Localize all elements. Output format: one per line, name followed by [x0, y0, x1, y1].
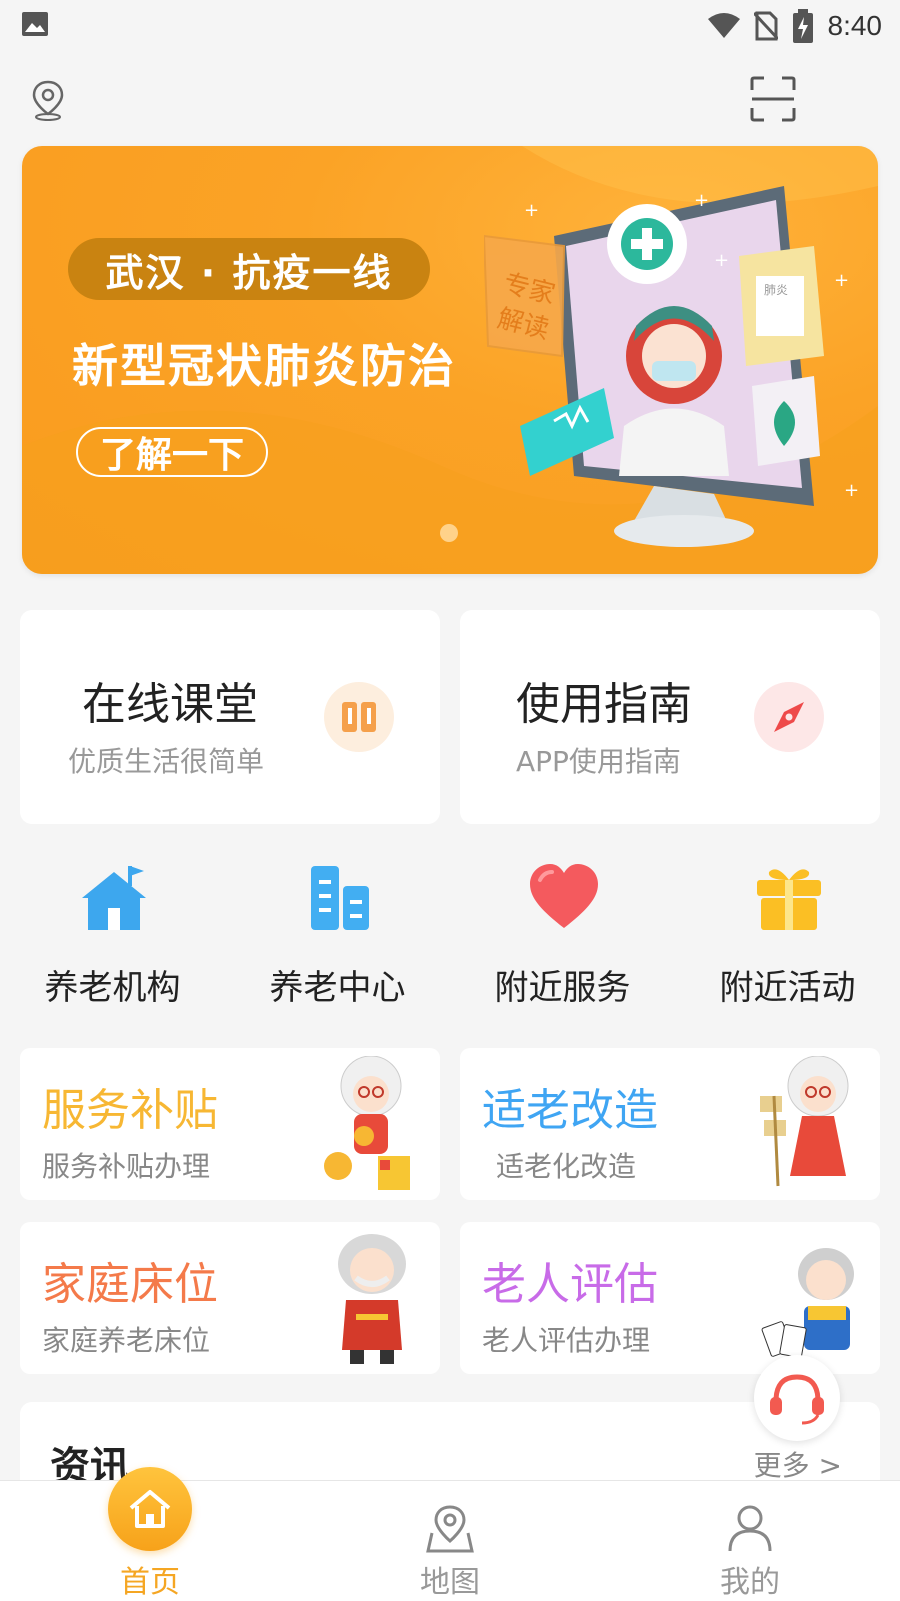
- banner-tag: 武汉 · 抗疫一线: [68, 238, 430, 300]
- feature-title: 在线课堂: [82, 679, 258, 730]
- doctor-monitor-illustration: 专家 解读 肺炎 + + + + +: [484, 186, 859, 547]
- service-title: 服务补贴: [42, 1085, 218, 1136]
- battery-charging-icon: [792, 9, 813, 43]
- tab-label: 我的: [720, 1565, 780, 1600]
- service-title: 适老改造: [482, 1085, 658, 1136]
- grandpa-red-illustration: [338, 1234, 406, 1364]
- pneumonia-doc-label: 肺炎: [764, 283, 788, 297]
- tab-map[interactable]: 地图: [300, 1481, 600, 1601]
- bottom-tab-bar: 首页 地图 我的: [0, 1467, 900, 1601]
- carousel-indicator[interactable]: [440, 524, 458, 542]
- service-title: 家庭床位: [42, 1259, 218, 1310]
- tab-label: 首页: [120, 1565, 180, 1600]
- gallery-notification-icon: [22, 12, 48, 36]
- svg-text:+: +: [524, 200, 539, 221]
- compass-icon: [754, 682, 824, 752]
- svg-text:+: +: [834, 270, 849, 291]
- elderly-assessment-card[interactable]: 老人评估 老人评估办理: [460, 1222, 880, 1374]
- nav-label: 养老机构: [44, 968, 181, 1008]
- home-bed-card[interactable]: 家庭床位 家庭养老床位: [20, 1222, 440, 1374]
- feature-subtitle: 优质生活很简单: [68, 745, 265, 778]
- nav-nearby-services[interactable]: 附近服务: [450, 862, 675, 1008]
- location-icon[interactable]: [28, 78, 68, 122]
- heart-icon: [530, 864, 598, 928]
- house-flag-icon: [82, 866, 146, 930]
- no-sim-icon: [753, 11, 778, 41]
- promo-banner[interactable]: 武汉 · 抗疫一线 新型冠状肺炎防治 了解一下 专家 解读 肺炎 + + + +…: [22, 146, 878, 574]
- tab-home[interactable]: 首页: [0, 1467, 300, 1601]
- book-icon: [324, 682, 394, 752]
- service-subtitle: 家庭养老床位: [42, 1324, 211, 1357]
- service-subsidy-card[interactable]: 服务补贴 服务补贴办理: [20, 1048, 440, 1200]
- headset-icon: [770, 1374, 824, 1425]
- svg-text:+: +: [694, 190, 709, 211]
- news-more-link[interactable]: 更多 >: [754, 1444, 842, 1484]
- tab-label: 地图: [420, 1565, 480, 1600]
- user-icon: [728, 1505, 772, 1552]
- user-guide-card[interactable]: 使用指南 APP使用指南: [460, 610, 880, 824]
- nav-nearby-activities[interactable]: 附近活动: [675, 862, 900, 1008]
- learn-more-button[interactable]: 了解一下: [76, 427, 268, 477]
- nav-label: 养老中心: [269, 968, 406, 1008]
- feature-subtitle: APP使用指南: [516, 745, 681, 778]
- gift-icon: [757, 869, 821, 930]
- svg-text:+: +: [844, 480, 859, 501]
- service-subtitle: 适老化改造: [496, 1150, 637, 1183]
- grandma-sign-illustration: [760, 1056, 849, 1187]
- tab-profile[interactable]: 我的: [600, 1481, 900, 1601]
- service-subtitle: 服务补贴办理: [42, 1150, 211, 1183]
- nav-label: 附近服务: [494, 968, 631, 1008]
- status-bar: 8:40: [0, 0, 900, 52]
- nav-elderly-institutions[interactable]: 养老机构: [0, 862, 225, 1008]
- banner-title: 新型冠状肺炎防治: [72, 339, 456, 393]
- grandma-coins-illustration: [324, 1056, 410, 1190]
- map-icon: [426, 1505, 474, 1553]
- feature-title: 使用指南: [516, 679, 692, 730]
- svg-text:+: +: [714, 250, 729, 271]
- online-classroom-card[interactable]: 在线课堂 优质生活很简单: [20, 610, 440, 824]
- customer-service-button[interactable]: [754, 1355, 840, 1441]
- service-title: 老人评估: [482, 1259, 658, 1310]
- grandpa-cards-illustration: [761, 1248, 854, 1358]
- status-time: 8:40: [827, 10, 883, 41]
- elderly-renovation-card[interactable]: 适老改造 适老化改造: [460, 1048, 880, 1200]
- home-icon: [108, 1467, 192, 1551]
- service-subtitle: 老人评估办理: [482, 1324, 651, 1357]
- scan-icon[interactable]: [750, 76, 796, 122]
- buildings-icon: [311, 866, 369, 930]
- nav-label: 附近活动: [719, 968, 856, 1008]
- wifi-icon: [707, 13, 740, 38]
- nav-elderly-center[interactable]: 养老中心: [225, 862, 450, 1008]
